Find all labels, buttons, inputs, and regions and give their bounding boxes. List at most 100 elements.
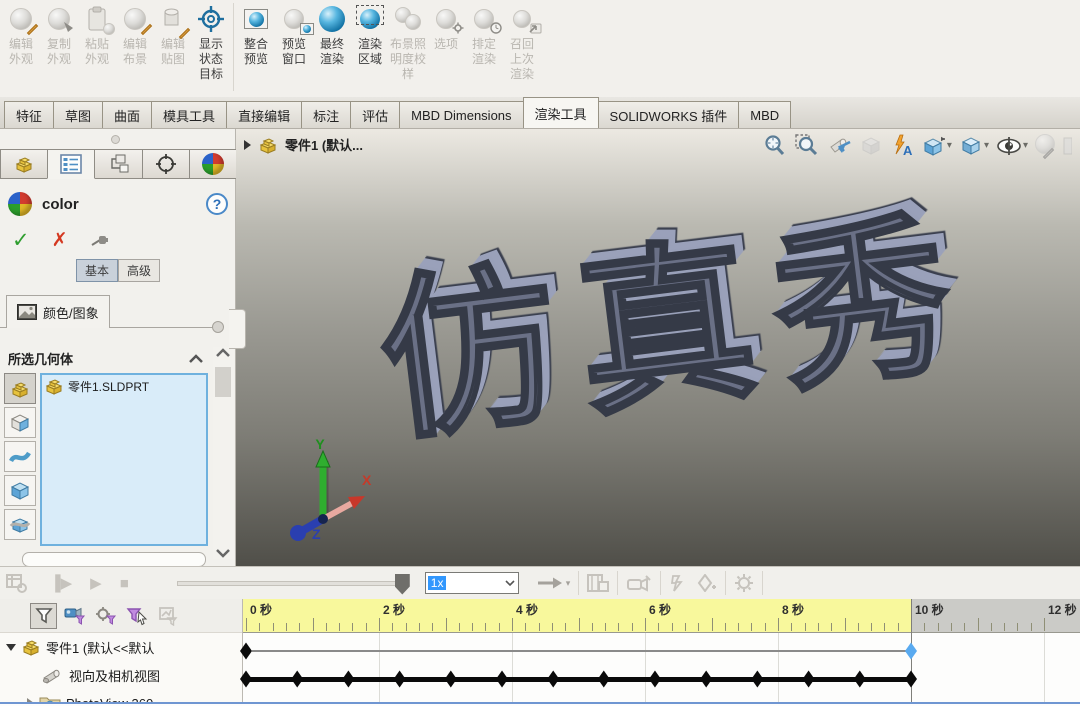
- motion-filter-driving-button[interactable]: [92, 603, 119, 629]
- autokey-button[interactable]: [669, 574, 689, 592]
- selected-geometry-group-header[interactable]: 所选几何体: [8, 349, 204, 368]
- toolbar-button-edit-decal[interactable]: 编辑贴图: [154, 1, 192, 67]
- tab-advanced[interactable]: 高级: [118, 259, 160, 282]
- section-collapse-knob[interactable]: [212, 321, 224, 333]
- headsup-previous-view-button[interactable]: [824, 132, 854, 160]
- playback-mode-button[interactable]: ▾: [537, 576, 571, 590]
- dropdown-caret-icon[interactable]: ▾: [947, 140, 952, 151]
- manager-tab-dimxpert[interactable]: [142, 149, 190, 178]
- keyframe-diamond[interactable]: [547, 671, 559, 688]
- timeline-pane[interactable]: 0 秒2 秒4 秒6 秒8 秒10 秒12 秒: [243, 599, 1080, 706]
- headsup-hide-show-annotations-button[interactable]: A: [888, 132, 916, 160]
- toolbar-button-final-render[interactable]: 最终渲染: [313, 1, 351, 67]
- filter-part-button[interactable]: [4, 373, 36, 404]
- flyout-feature-tree[interactable]: 零件1 (默认...: [244, 135, 363, 154]
- ribbon-tab-8[interactable]: MBD Dimensions: [399, 101, 523, 128]
- motion-tree-row[interactable]: 零件1 (默认<<默认: [0, 633, 242, 661]
- panel-scrollbar[interactable]: [213, 347, 234, 559]
- cancel-button[interactable]: ✗: [52, 229, 68, 252]
- keyframe-diamond[interactable]: [445, 671, 457, 688]
- dropdown-caret-icon[interactable]: ▾: [1023, 140, 1028, 151]
- empty-value-field[interactable]: [22, 552, 206, 567]
- toolbar-button-display-state-target[interactable]: 显示状态目标: [192, 1, 230, 82]
- play-button[interactable]: ▶: [90, 574, 102, 592]
- toolbar-button-integrated-preview[interactable]: 整合预览: [237, 1, 275, 67]
- animation-wizard-button[interactable]: [626, 574, 652, 592]
- filter-face-button[interactable]: [4, 407, 36, 438]
- combo-caret-icon[interactable]: [504, 579, 516, 587]
- motion-filter-camera-button[interactable]: [61, 603, 88, 629]
- simulation-settings-button[interactable]: [734, 573, 754, 593]
- keyframe-diamond[interactable]: [751, 671, 763, 688]
- headsup-hide-show-items-button[interactable]: ▾: [994, 132, 1030, 160]
- manager-tab-properties[interactable]: [47, 149, 95, 179]
- scrollbar-thumb[interactable]: [215, 367, 231, 397]
- toolbar-button-render-region[interactable]: 渲染区域: [351, 1, 389, 67]
- timeline-zoom-slider[interactable]: [177, 581, 409, 586]
- selected-geometry-list[interactable]: 零件1.SLDPRT: [40, 373, 208, 546]
- motion-tree-row[interactable]: 视向及相机视图: [0, 661, 242, 689]
- toolbar-button-recall-last-render[interactable]: 召回上次渲染: [503, 1, 541, 82]
- keyframe-diamond[interactable]: [905, 671, 917, 688]
- tab-basic[interactable]: 基本: [76, 259, 118, 282]
- keyframe-diamond[interactable]: [803, 671, 815, 688]
- manager-tab-part[interactable]: [0, 149, 48, 178]
- ribbon-tab-7[interactable]: 评估: [350, 101, 400, 128]
- keyframe-diamond[interactable]: [649, 671, 661, 688]
- keyframe-diamond[interactable]: [700, 671, 712, 688]
- help-button[interactable]: ?: [206, 193, 228, 215]
- ribbon-tab-2[interactable]: 草图: [53, 101, 103, 128]
- toolbar-button-edit-appearance[interactable]: 编辑外观: [2, 1, 40, 67]
- add-key-button[interactable]: [697, 574, 717, 592]
- toolbar-button-preview-window[interactable]: 预览窗口: [275, 1, 313, 67]
- filter-surface-button[interactable]: [4, 441, 36, 472]
- toolbar-button-copy-appearance[interactable]: 复制外观: [40, 1, 78, 67]
- keyframe-diamond[interactable]: [598, 671, 610, 688]
- filter-graphics-body-button[interactable]: [4, 509, 36, 540]
- keyframe-diamond[interactable]: [342, 671, 354, 688]
- motion-filter-animation-button[interactable]: [30, 603, 57, 629]
- ribbon-tab-11[interactable]: MBD: [738, 101, 791, 128]
- keyframe-diamond[interactable]: [854, 671, 866, 688]
- manager-tab-configurations[interactable]: [94, 149, 142, 178]
- ribbon-tab-6[interactable]: 标注: [301, 101, 351, 128]
- toolbar-button-schedule-render[interactable]: 排定渲染: [465, 1, 503, 67]
- motion-study-properties-button[interactable]: [6, 573, 28, 593]
- save-animation-button[interactable]: [587, 574, 609, 592]
- keyframe-diamond[interactable]: [496, 671, 508, 688]
- collapse-arrow-icon[interactable]: [6, 644, 16, 651]
- headsup-zoom-to-fit-button[interactable]: [760, 131, 789, 160]
- headsup-view-orientation-button[interactable]: ▾: [919, 132, 954, 160]
- motion-filter-selected-button[interactable]: [123, 603, 150, 629]
- slider-thumb[interactable]: [395, 574, 410, 595]
- ok-button[interactable]: ✓: [12, 228, 30, 253]
- panel-splitter-handle[interactable]: [111, 135, 120, 144]
- calculate-button[interactable]: ▐▶: [50, 574, 72, 592]
- manager-tab-display-manager[interactable]: [189, 149, 237, 178]
- ribbon-tab-9[interactable]: 渲染工具: [523, 97, 599, 128]
- toolbar-button-edit-scene[interactable]: 编辑布景: [116, 1, 154, 67]
- headsup-display-style-button[interactable]: ▾: [957, 132, 991, 160]
- stop-button[interactable]: ■: [120, 575, 129, 592]
- toolbar-button-paste-appearance[interactable]: 粘贴外观: [78, 1, 116, 67]
- ribbon-tab-1[interactable]: 特征: [4, 101, 54, 128]
- tab-color-image[interactable]: 颜色/图象: [6, 295, 110, 328]
- ribbon-tab-10[interactable]: SOLIDWORKS 插件: [598, 101, 740, 128]
- keyframe-diamond[interactable]: [394, 671, 406, 688]
- current-time-key-diamond[interactable]: [905, 643, 917, 660]
- playback-speed-combo[interactable]: 1x: [425, 572, 519, 594]
- model-3d-text[interactable]: 仿真秀: [324, 200, 1030, 459]
- scroll-down-icon[interactable]: [215, 547, 231, 559]
- pin-button[interactable]: [90, 231, 110, 249]
- headsup-zoom-to-area-button[interactable]: [792, 131, 821, 160]
- ribbon-tab-5[interactable]: 直接编辑: [226, 101, 302, 128]
- ribbon-tab-3[interactable]: 曲面: [102, 101, 152, 128]
- expand-arrow-icon[interactable]: [244, 140, 251, 150]
- panel-collapse-tab[interactable]: [229, 309, 246, 349]
- dropdown-caret-icon[interactable]: ▾: [984, 140, 989, 151]
- timeline-ruler[interactable]: 0 秒2 秒4 秒6 秒8 秒10 秒12 秒: [243, 599, 1080, 633]
- toolbar-button-scene-illumination-proofs[interactable]: 布景照明度校样: [389, 1, 427, 82]
- keyframe-diamond[interactable]: [291, 671, 303, 688]
- list-item[interactable]: 零件1.SLDPRT: [44, 377, 204, 395]
- ribbon-tab-4[interactable]: 模具工具: [151, 101, 227, 128]
